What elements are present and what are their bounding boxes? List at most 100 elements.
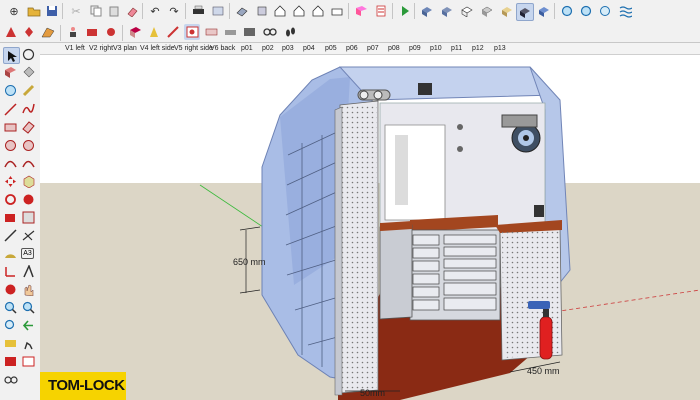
sandbox-icon[interactable] [617, 3, 633, 19]
place-component-icon[interactable] [127, 24, 143, 40]
3d-text-icon[interactable] [21, 264, 36, 279]
scene-tab[interactable]: V5 right side [174, 43, 213, 54]
shaded-texture-icon[interactable] [499, 3, 515, 19]
previous-view-icon[interactable] [397, 3, 413, 19]
zoom-icon[interactable] [597, 3, 613, 19]
print-icon[interactable] [190, 3, 206, 19]
scene-tab[interactable]: V4 left side [140, 43, 175, 54]
scene-tab[interactable]: V2 right [89, 43, 113, 54]
rotated-rectangle-icon[interactable] [21, 120, 36, 135]
pan-hand-icon[interactable] [21, 282, 36, 297]
move-tool-icon[interactable] [3, 174, 18, 189]
select-arrow-icon[interactable] [3, 47, 20, 64]
position-camera-tool-icon[interactable] [3, 336, 18, 351]
layer-tool-icon[interactable] [203, 24, 219, 40]
glasses-icon[interactable] [262, 24, 278, 40]
scene-tab[interactable]: p01 [241, 43, 253, 54]
scenes-icon[interactable] [241, 24, 257, 40]
protractor-icon[interactable] [3, 246, 18, 261]
monochrome-icon[interactable] [516, 3, 534, 21]
scene-tab[interactable]: p05 [325, 43, 337, 54]
rotate-tool-icon[interactable] [3, 192, 18, 207]
redo-icon[interactable]: ↷ [166, 3, 182, 19]
send-icon[interactable] [210, 3, 226, 19]
copy-icon[interactable] [88, 3, 104, 19]
glasses-tool-icon[interactable] [3, 372, 18, 387]
polygon-tool-icon[interactable] [21, 138, 36, 153]
scene-tab[interactable]: p02 [262, 43, 274, 54]
new-file-icon[interactable]: ⊕ [6, 3, 22, 19]
scene-tab[interactable]: p04 [303, 43, 315, 54]
paste-icon[interactable] [106, 3, 122, 19]
iso-view-icon[interactable] [234, 3, 250, 19]
section-plane-icon[interactable] [353, 3, 369, 19]
hidden-line-icon[interactable] [459, 3, 475, 19]
scene-tab[interactable]: p09 [409, 43, 421, 54]
back-view-icon[interactable] [310, 3, 326, 19]
right-view-icon[interactable] [291, 3, 307, 19]
rectangle-tool-icon[interactable] [3, 120, 18, 135]
section-tool-icon[interactable] [21, 354, 36, 369]
walk-tool-icon[interactable] [21, 336, 36, 351]
scene-tab[interactable]: p03 [282, 43, 294, 54]
arc-tool-icon[interactable] [3, 156, 18, 171]
zoom-extents-icon[interactable] [578, 3, 594, 19]
dimension-icon[interactable] [21, 228, 36, 243]
tape-measure-icon[interactable] [21, 83, 36, 98]
shaded-icon[interactable] [479, 3, 495, 19]
undo-icon[interactable]: ↶ [147, 3, 163, 19]
open-folder-icon[interactable] [26, 3, 42, 19]
push-pull-icon[interactable] [21, 174, 36, 189]
scene-tab[interactable]: p08 [388, 43, 400, 54]
footprints-icon[interactable] [282, 24, 298, 40]
scene-tab[interactable]: p13 [494, 43, 506, 54]
scene-tab[interactable]: p10 [430, 43, 442, 54]
make-component-icon[interactable] [3, 65, 18, 80]
orbit-icon[interactable] [3, 282, 18, 297]
top-view-icon[interactable] [254, 3, 270, 19]
follow-me-icon[interactable] [21, 192, 36, 207]
save-icon[interactable] [44, 3, 60, 19]
erase-icon[interactable] [124, 3, 140, 19]
front-view-icon[interactable] [272, 3, 288, 19]
look-around-tool-icon[interactable] [3, 354, 18, 369]
text-tool-icon[interactable] [146, 24, 162, 40]
shaded-color-icon[interactable] [536, 3, 552, 19]
component-attributes-icon[interactable] [21, 24, 37, 40]
scene-tab[interactable]: V3 plan [113, 43, 137, 54]
axes-icon[interactable] [3, 264, 18, 279]
zoom-tool-icon[interactable] [3, 300, 18, 315]
zoom-window-icon[interactable] [559, 3, 575, 19]
tape-tool-icon[interactable] [3, 228, 18, 243]
dimension-tool-icon[interactable] [165, 24, 181, 40]
model-viewport[interactable]: 650 mm 50mm 450 mm [40, 55, 700, 400]
look-around-icon[interactable] [103, 24, 119, 40]
display-section-icon[interactable] [373, 3, 389, 19]
wireframe-icon[interactable] [439, 3, 455, 19]
text-label-icon[interactable]: A3 [21, 248, 34, 259]
rotate-view-icon[interactable] [21, 47, 36, 62]
section-cut-icon[interactable] [184, 24, 200, 40]
walk-icon[interactable] [65, 24, 81, 40]
freehand-icon[interactable] [21, 102, 36, 117]
cut-icon[interactable]: ✂ [68, 3, 84, 19]
offset-tool-icon[interactable] [21, 210, 36, 225]
scene-tab[interactable]: p07 [367, 43, 379, 54]
component-options-icon[interactable] [3, 24, 19, 40]
zoom-extents-tool-icon[interactable] [3, 318, 18, 333]
scene-tab[interactable]: V1 left [65, 43, 85, 54]
scene-tab[interactable]: p11 [451, 43, 462, 54]
scene-tab[interactable]: V6 back [210, 43, 235, 54]
scene-tab[interactable]: p06 [346, 43, 358, 54]
scale-tool-icon[interactable] [3, 210, 18, 225]
zoom-window-tool-icon[interactable] [21, 300, 36, 315]
paint-bucket-icon[interactable] [21, 65, 36, 80]
previous-tool-icon[interactable] [21, 318, 36, 333]
position-camera-icon[interactable] [84, 24, 100, 40]
outliner-icon[interactable] [222, 24, 238, 40]
scene-tab[interactable]: p12 [472, 43, 484, 54]
xray-icon[interactable] [419, 3, 435, 19]
generate-report-icon[interactable] [40, 24, 56, 40]
eraser-icon[interactable] [3, 83, 18, 98]
left-view-icon[interactable] [329, 3, 345, 19]
